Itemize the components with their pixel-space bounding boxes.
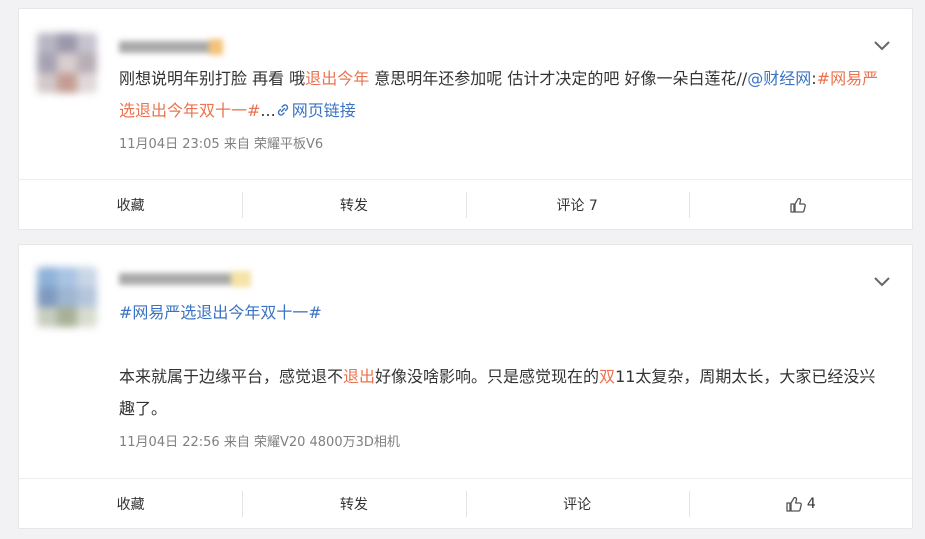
- forward-button[interactable]: 转发: [242, 479, 465, 528]
- text-segment: 刚想说明年别打脸 再看 哦: [119, 69, 306, 88]
- text-segment: 本来就属于边缘平台，感觉退不: [119, 367, 344, 386]
- post-meta: 11月04日 22:56 来自 荣耀V20 4800万3D相机: [119, 435, 400, 450]
- collect-button[interactable]: 收藏: [19, 479, 242, 528]
- post-card-2: #网易严选退出今年双十一# 本来就属于边缘平台，感觉退不退出好像没啥影响。只是感…: [18, 244, 913, 529]
- username-blurred[interactable]: [119, 37, 231, 57]
- text-segment: ...: [260, 101, 276, 120]
- thumbs-up-icon: [786, 496, 802, 512]
- comment-button[interactable]: 评论 7: [465, 180, 689, 229]
- like-button[interactable]: 4: [688, 479, 912, 528]
- forward-button[interactable]: 转发: [242, 180, 465, 229]
- highlight-text: 双: [599, 367, 616, 386]
- comment-label: 评论: [563, 496, 592, 513]
- comment-label: 评论 7: [556, 197, 598, 214]
- post-text: 刚想说明年别打脸 再看 哦退出今年 意思明年还参加呢 估计才决定的吧 好像一朵白…: [119, 63, 889, 127]
- mention-link[interactable]: @财经网: [747, 69, 811, 88]
- text-segment: 意思明年还参加呢 估计才决定的吧 好像一朵白莲花//: [369, 69, 748, 88]
- action-bar: 收藏 转发 评论 4: [19, 478, 912, 528]
- forward-label: 转发: [339, 496, 368, 513]
- web-link[interactable]: 网页链接: [276, 101, 356, 120]
- collect-button[interactable]: 收藏: [19, 180, 242, 229]
- username-blurred[interactable]: [119, 269, 253, 289]
- link-icon: [277, 104, 288, 116]
- collect-label: 收藏: [116, 197, 145, 214]
- like-count: 4: [806, 495, 816, 512]
- collect-label: 收藏: [116, 496, 145, 513]
- like-button[interactable]: [688, 180, 912, 229]
- post-text: 本来就属于边缘平台，感觉退不退出好像没啥影响。只是感觉现在的双11太复杂，周期太…: [119, 361, 889, 425]
- action-bar: 收藏 转发 评论 7: [19, 179, 912, 229]
- topic-link[interactable]: #网易严选退出今年双十一#: [119, 297, 322, 329]
- thumbs-up-icon: [790, 197, 807, 213]
- post-meta: 11月04日 23:05 来自 荣耀平板V6: [119, 137, 324, 152]
- chevron-down-icon[interactable]: [872, 275, 892, 289]
- avatar[interactable]: [37, 267, 97, 327]
- forward-label: 转发: [339, 197, 368, 214]
- chevron-down-icon[interactable]: [872, 39, 892, 53]
- highlight-text: 退出: [343, 367, 376, 386]
- post-card-1: 刚想说明年别打脸 再看 哦退出今年 意思明年还参加呢 估计才决定的吧 好像一朵白…: [18, 8, 913, 230]
- comment-button[interactable]: 评论: [465, 479, 689, 528]
- avatar[interactable]: [37, 33, 97, 93]
- highlight-text: 退出今年: [305, 69, 370, 88]
- web-link-label: 网页链接: [291, 101, 356, 120]
- text-segment: 好像没啥影响。只是感觉现在的: [375, 367, 600, 386]
